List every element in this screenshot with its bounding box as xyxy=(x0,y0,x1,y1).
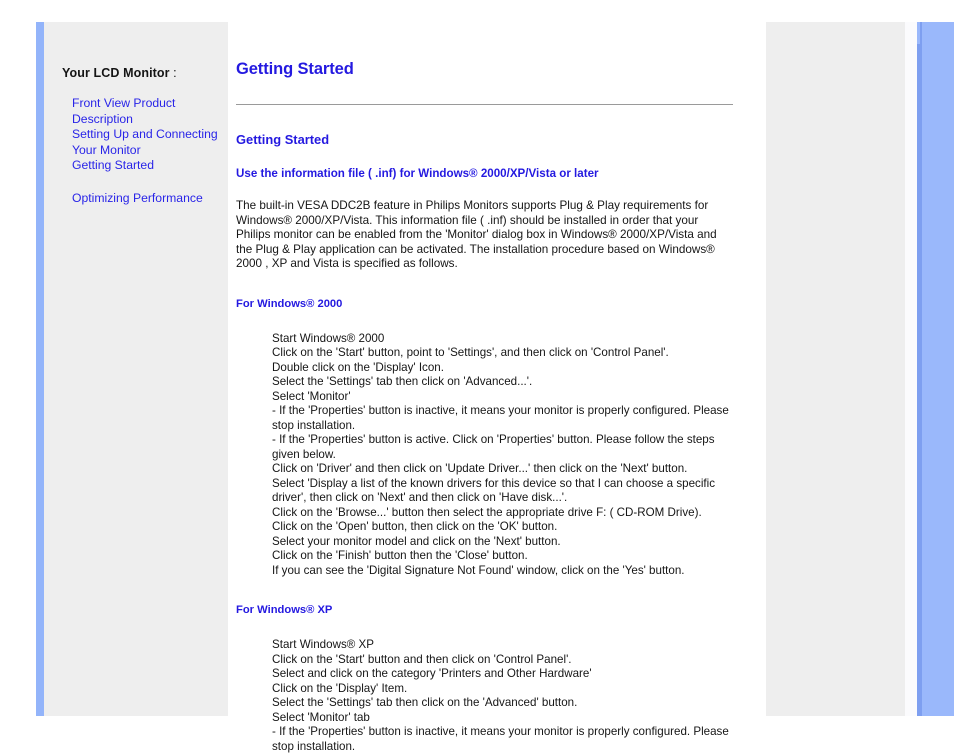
main-content: Getting Started Getting Started Use the … xyxy=(236,22,736,753)
help-page: Your LCD Monitor : Front View Product De… xyxy=(0,0,954,753)
list-item: Click on the 'Start' button, point to 'S… xyxy=(272,346,669,360)
windows-xp-steps: Start Windows® XP Click on the 'Start' b… xyxy=(236,616,734,754)
list-item: If you can see the 'Digital Signature No… xyxy=(272,563,685,577)
windows-2000-steps: Start Windows® 2000 Click on the 'Start'… xyxy=(236,310,734,579)
section-title: Getting Started xyxy=(236,132,330,147)
sidebar-item-optimizing-performance[interactable]: Optimizing Performance xyxy=(72,191,222,207)
sidebar-item-your-monitor[interactable]: Your Monitor xyxy=(72,143,222,159)
sidebar-item-description[interactable]: Description xyxy=(72,112,222,128)
list-item: Click on 'Driver' and then click on 'Upd… xyxy=(272,462,688,476)
list-item: Click on the 'Finish' button then the 'C… xyxy=(272,549,528,563)
windows-xp-heading: For Windows® XP xyxy=(236,604,333,617)
list-item: Select 'Display a list of the known driv… xyxy=(272,476,715,505)
sidebar-heading: Your LCD Monitor : xyxy=(62,66,177,80)
list-item: - If the 'Properties' button is active. … xyxy=(272,433,715,461)
list-item: Select 'Monitor' tab xyxy=(272,710,370,724)
sidebar-heading-colon: : xyxy=(169,66,177,80)
right-blue-notch xyxy=(917,22,920,44)
page-title: Getting Started xyxy=(236,60,354,78)
list-item: Select the 'Settings' tab then click on … xyxy=(272,375,533,389)
list-item: Click on the 'Open' button, then click o… xyxy=(272,520,558,534)
right-gutter xyxy=(905,22,917,716)
right-blue-panel xyxy=(922,22,954,716)
sidebar-item-getting-started[interactable]: Getting Started xyxy=(72,158,222,174)
list-item: Select and click on the category 'Printe… xyxy=(272,667,592,681)
subsection-title: Use the information file ( .inf) for Win… xyxy=(236,167,599,180)
list-item: Select 'Monitor' xyxy=(272,389,351,403)
list-item: Start Windows® XP xyxy=(272,638,374,652)
intro-paragraph: The built-in VESA DDC2B feature in Phili… xyxy=(236,199,717,271)
sidebar-item-setting-up-and-connecting[interactable]: Setting Up and Connecting xyxy=(72,127,222,143)
list-item: - If the 'Properties' button is inactive… xyxy=(272,725,729,753)
list-item: Click on the 'Start' button and then cli… xyxy=(272,652,572,666)
sidebar-item-front-view-product[interactable]: Front View Product xyxy=(72,96,222,112)
right-gray-panel xyxy=(766,22,905,716)
sidebar-heading-text: Your LCD Monitor xyxy=(62,66,170,80)
list-item: Select your monitor model and click on t… xyxy=(272,534,561,548)
list-item: Click on the 'Browse...' button then sel… xyxy=(272,505,702,519)
list-item: Click on the 'Display' Item. xyxy=(272,681,408,695)
windows-2000-heading: For Windows® 2000 xyxy=(236,297,343,310)
list-item: Start Windows® 2000 xyxy=(272,331,385,345)
list-item: Double click on the 'Display' Icon. xyxy=(272,360,444,374)
list-item: Select the 'Settings' tab then click on … xyxy=(272,696,578,710)
sidebar: Your LCD Monitor : Front View Product De… xyxy=(36,22,228,716)
list-item: - If the 'Properties' button is inactive… xyxy=(272,404,729,432)
sidebar-nav: Front View Product Description Setting U… xyxy=(72,96,222,207)
